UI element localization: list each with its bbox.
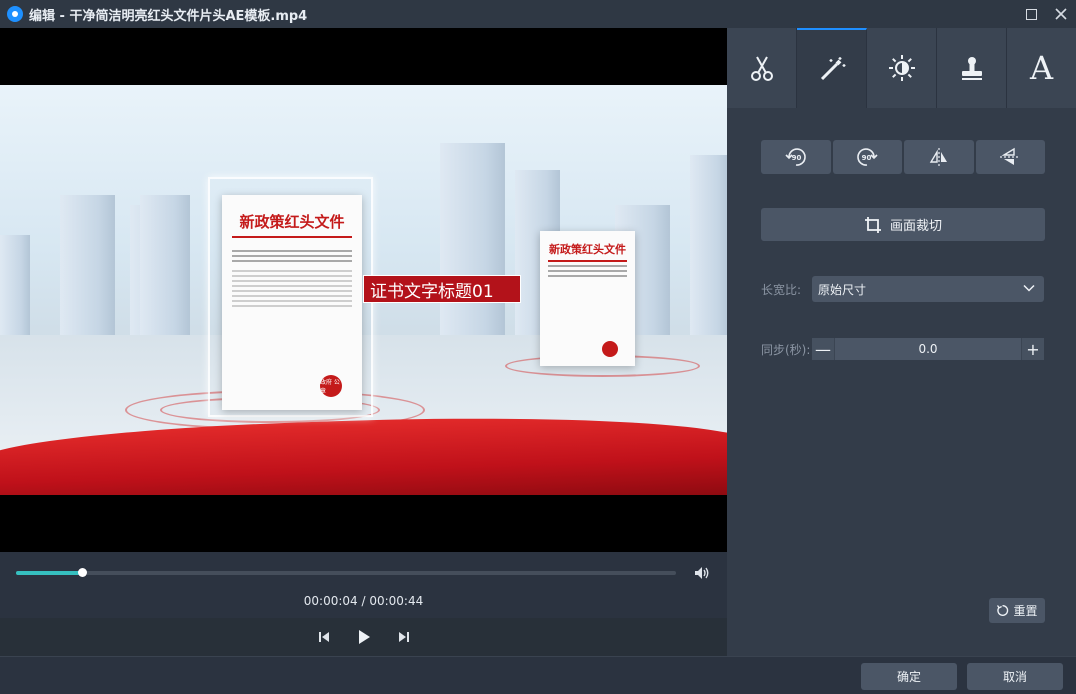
tab-text[interactable]: A: [1007, 28, 1076, 108]
document-text-line: [548, 265, 627, 267]
text-icon: A: [1029, 49, 1054, 87]
secondary-document: 新政策红头文件: [540, 231, 635, 366]
video-preview[interactable]: 新政策红头文件 政府 公章 新政策红头文件 证书文字标题01: [0, 28, 727, 552]
app-logo-icon: [7, 6, 23, 22]
document-text-line: [232, 300, 352, 302]
aspect-ratio-label: 长宽比:: [761, 283, 802, 297]
volume-icon: [695, 567, 709, 579]
decrement-button[interactable]: —: [812, 338, 834, 360]
maximize-button[interactable]: [1022, 5, 1040, 23]
reset-icon: [997, 604, 1009, 616]
official-seal: [602, 341, 618, 357]
edit-panel: A 90 90 画面裁切 长宽比: 原始尺寸 同步(秒): — 0.0 + 重置: [727, 28, 1076, 656]
time-separator: /: [357, 594, 370, 608]
document-title: 新政策红头文件: [239, 213, 345, 231]
document-text-line: [232, 305, 352, 307]
official-seal: 政府 公章: [320, 375, 342, 397]
increment-button[interactable]: +: [1022, 338, 1044, 360]
tab-effects[interactable]: [797, 28, 867, 108]
main-document: 新政策红头文件 政府 公章: [222, 195, 362, 410]
rotate-ccw-label: 90: [791, 154, 801, 162]
flip-vertical-icon: [1000, 147, 1021, 165]
volume-button[interactable]: [693, 564, 711, 582]
seek-handle[interactable]: [78, 568, 87, 577]
crop-icon: [864, 216, 881, 233]
document-text-line: [548, 275, 627, 277]
rotate-right-button[interactable]: 90: [832, 140, 902, 174]
previous-frame-button[interactable]: [315, 628, 333, 646]
transport-bar: [0, 618, 727, 656]
tab-adjust[interactable]: [867, 28, 937, 108]
player-controls: 00:00:04 / 00:00:44: [0, 552, 727, 656]
document-text-line: [232, 260, 352, 262]
document-text-line: [232, 250, 352, 252]
editor-window: 编辑 - 干净简洁明亮红头文件片头AE模板.mp4 新政策红头文件 政府 公章 …: [0, 0, 1076, 694]
document-text-line: [232, 280, 352, 282]
window-controls: [1022, 0, 1070, 28]
sync-stepper: — 0.0 +: [812, 338, 1044, 360]
document-title: 新政策红头文件: [549, 243, 626, 256]
title-bar: 编辑 - 干净简洁明亮红头文件片头AE模板.mp4: [0, 0, 1076, 28]
aspect-ratio-select[interactable]: 原始尺寸: [812, 276, 1044, 302]
document-text-line: [232, 270, 352, 272]
aspect-ratio-value: 原始尺寸: [818, 282, 867, 297]
magic-wand-icon: [820, 57, 845, 81]
stamp-icon: [961, 57, 982, 80]
background-building: [690, 155, 727, 355]
document-text-line: [232, 290, 352, 292]
tab-watermark[interactable]: [937, 28, 1007, 108]
reset-button-label: 重置: [1013, 604, 1038, 618]
background-building: [140, 195, 190, 335]
brightness-icon: [888, 55, 915, 81]
step-back-icon: [318, 632, 329, 642]
document-text-line: [548, 270, 627, 272]
document-rule: [232, 236, 352, 238]
tab-trim[interactable]: [727, 28, 797, 108]
close-button[interactable]: [1052, 5, 1070, 23]
play-icon: [358, 630, 370, 644]
seek-progress: [16, 571, 82, 575]
scissors-icon: [750, 56, 773, 81]
reset-button[interactable]: 重置: [989, 598, 1045, 623]
ok-button[interactable]: 确定: [861, 663, 957, 690]
crop-button-label: 画面裁切: [889, 219, 942, 234]
document-text-line: [232, 285, 352, 287]
rotate-left-button[interactable]: 90: [761, 140, 831, 174]
step-forward-icon: [398, 632, 409, 642]
cancel-button[interactable]: 取消: [967, 663, 1063, 690]
current-time: 00:00:04: [303, 594, 358, 608]
background-building: [60, 195, 115, 345]
title-caption: 证书文字标题01: [363, 275, 521, 303]
timecode: 00:00:04 / 00:00:44: [0, 594, 727, 608]
document-rule: [548, 260, 627, 262]
document-text-line: [232, 255, 352, 257]
flip-vertical-button[interactable]: [975, 140, 1045, 174]
rotate-ccw-90-icon: 90: [785, 148, 806, 166]
chevron-down-icon: [1023, 284, 1035, 292]
background-building: [0, 235, 30, 345]
rotate-flip-group: 90 90: [761, 140, 1045, 174]
crop-button[interactable]: 画面裁切: [761, 208, 1045, 241]
next-frame-button[interactable]: [395, 628, 413, 646]
dialog-footer: 确定 取消: [0, 656, 1076, 694]
document-text-line: [232, 275, 352, 277]
document-text-line: [232, 295, 352, 297]
tool-tabs: A: [727, 28, 1076, 108]
sync-label: 同步(秒):: [761, 343, 811, 357]
rotate-cw-90-icon: 90: [857, 148, 878, 166]
seek-bar[interactable]: [16, 568, 676, 577]
sync-value-input[interactable]: 0.0: [834, 338, 1022, 360]
flip-horizontal-button[interactable]: [904, 140, 974, 174]
rotate-cw-label: 90: [862, 154, 872, 162]
total-time: 00:00:44: [369, 594, 424, 608]
close-icon: [1055, 8, 1067, 20]
flip-horizontal-icon: [929, 148, 947, 166]
play-button[interactable]: [355, 628, 373, 646]
video-frame: 新政策红头文件 政府 公章 新政策红头文件 证书文字标题01: [0, 85, 727, 495]
window-title: 编辑 - 干净简洁明亮红头文件片头AE模板.mp4: [29, 8, 308, 24]
maximize-icon: [1025, 8, 1037, 20]
